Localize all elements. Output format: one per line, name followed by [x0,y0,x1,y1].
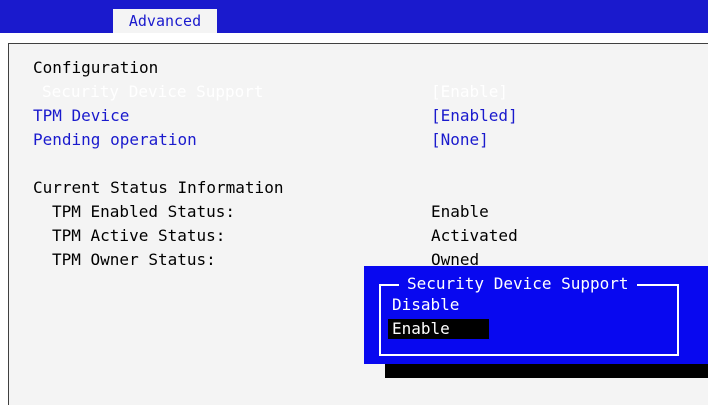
popup-title: Security Device Support [399,274,637,294]
tpm-enabled-status-label: TPM Enabled Status: [52,202,236,221]
tab-advanced[interactable]: Advanced [113,9,217,33]
tpm-enabled-status-value: Enable [431,202,489,221]
popup-shadow [385,364,708,378]
tpm-owner-status-label: TPM Owner Status: [52,250,216,269]
tpm-active-status-value: Activated [431,226,518,245]
top-menu-bar: Advanced [0,0,708,33]
section-configuration-heading: Configuration [33,58,159,77]
tpm-device-label: TPM Device [33,106,130,125]
tpm-active-status-label: TPM Active Status: [52,226,226,245]
pending-operation-value: [None] [431,130,489,149]
pending-operation-label: Pending operation [33,130,197,149]
popup-option-disable[interactable]: Disable [392,295,459,315]
section-status-heading: Current Status Information [33,178,284,197]
security-device-support-value: [Enable] [431,82,509,101]
popup-option-enable[interactable]: Enable [392,319,450,339]
tpm-device-value: [Enabled] [431,106,518,125]
security-device-support-label: Security Device Support [42,82,264,101]
